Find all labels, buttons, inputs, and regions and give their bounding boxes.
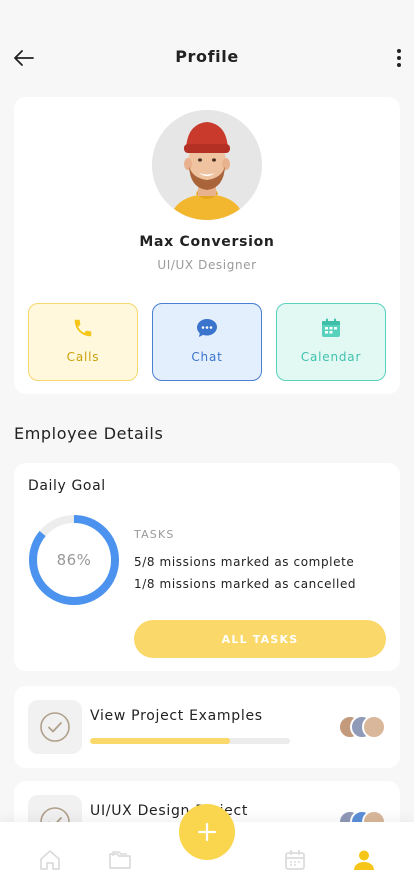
avatar [152, 110, 262, 220]
chat-label: Chat [191, 350, 223, 364]
nav-calendar[interactable] [281, 846, 309, 874]
tasks-complete-text: 5/8 missions marked as complete [134, 555, 355, 569]
user-icon [354, 850, 374, 870]
calls-button[interactable]: Calls [28, 303, 138, 381]
profile-card: Max Conversion UI/UX Designer Calls Chat [14, 97, 400, 394]
daily-goal-title: Daily Goal [28, 478, 106, 494]
app-header: Profile [0, 0, 414, 96]
section-title: Employee Details [14, 424, 164, 443]
member-avatars [338, 715, 386, 739]
check-circle-icon [28, 700, 82, 754]
member-avatar [362, 715, 386, 739]
calendar-label: Calendar [300, 350, 362, 364]
more-vertical-icon [397, 49, 401, 53]
add-button[interactable] [179, 804, 235, 860]
chat-bubble-icon [195, 316, 219, 340]
tasks-cancelled-text: 1/8 missions marked as cancelled [134, 577, 357, 591]
nav-home[interactable] [36, 846, 64, 874]
progress-percent: 86% [56, 551, 92, 569]
nav-folder[interactable] [106, 846, 134, 874]
calendar-icon [285, 850, 305, 870]
daily-goal-card: Daily Goal 86% TASKS 5/8 missions marked… [14, 463, 400, 671]
nav-profile[interactable] [350, 846, 378, 874]
project-progress [90, 738, 290, 744]
plus-icon [197, 822, 217, 842]
home-icon [40, 850, 60, 870]
calendar-icon [319, 316, 343, 340]
folder-icon [109, 851, 131, 869]
calls-label: Calls [66, 350, 100, 364]
project-card[interactable]: View Project Examples [14, 686, 400, 768]
project-title: View Project Examples [90, 708, 263, 724]
page-title: Profile [175, 47, 239, 66]
more-options-button[interactable] [390, 44, 408, 72]
calendar-button[interactable]: Calendar [276, 303, 386, 381]
all-tasks-button[interactable]: ALL TASKS [134, 620, 386, 658]
profile-role: UI/UX Designer [157, 258, 257, 272]
phone-icon [72, 316, 94, 340]
project-progress-fill [90, 738, 230, 744]
chat-button[interactable]: Chat [152, 303, 262, 381]
profile-name: Max Conversion [139, 234, 275, 250]
tasks-heading: TASKS [134, 528, 175, 541]
